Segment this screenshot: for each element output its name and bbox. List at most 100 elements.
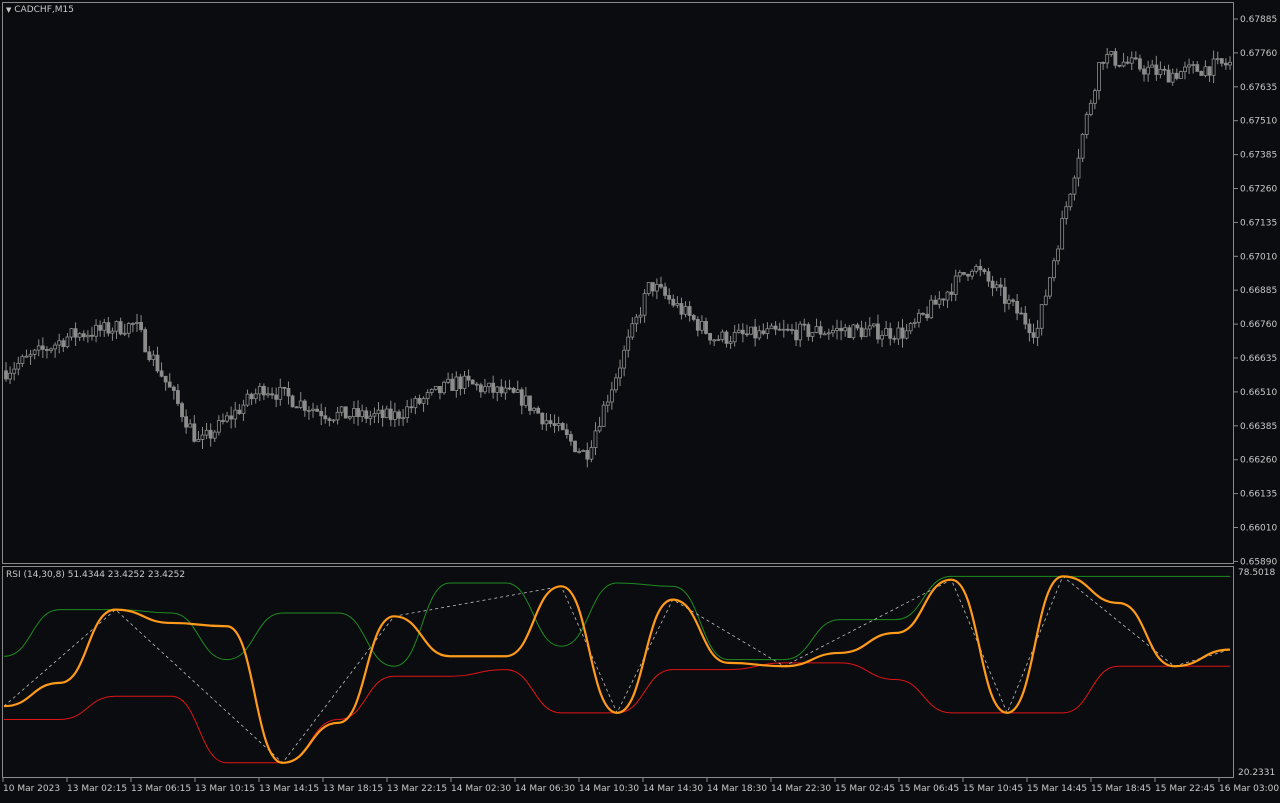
candle-body	[409, 406, 414, 409]
candle-body	[765, 328, 770, 334]
candle-body	[1199, 71, 1204, 76]
candle-body	[470, 379, 475, 385]
candle-body	[69, 328, 74, 338]
candle-body	[8, 372, 12, 380]
candle-body	[233, 409, 238, 420]
candle-body	[278, 386, 283, 400]
candle-body	[585, 450, 590, 460]
candle-body	[1191, 64, 1196, 66]
candle-body	[589, 447, 594, 460]
candle-body	[536, 407, 541, 414]
candle-body	[163, 375, 168, 383]
candle-body	[675, 303, 680, 306]
candle-body	[249, 393, 254, 400]
candle-body	[478, 384, 483, 393]
candle-body	[650, 282, 655, 292]
candle-body	[1142, 68, 1146, 75]
candle-body	[401, 417, 405, 420]
candle-body	[1068, 193, 1073, 208]
candle-body	[474, 383, 479, 386]
symbol-title[interactable]: ▼ CADCHF,M15	[6, 5, 74, 15]
candle-body	[728, 341, 733, 344]
time-label: 15 Mar 14:45	[1027, 784, 1087, 794]
time-label: 14 Mar 10:30	[579, 784, 639, 794]
candle-body	[1203, 66, 1208, 76]
candle-body	[392, 411, 397, 420]
candle-body	[323, 415, 328, 420]
candle-body	[176, 390, 180, 404]
candle-body	[790, 329, 794, 331]
candle-body	[286, 387, 291, 397]
candle-body	[982, 269, 987, 273]
candle-body	[552, 423, 557, 426]
candle-body	[638, 314, 643, 318]
price-label: 0.65890	[1240, 557, 1277, 567]
candle-body	[1133, 57, 1138, 60]
candle-body	[974, 266, 979, 272]
candle-body	[266, 393, 270, 396]
indicator-axis-top: 78.5018	[1238, 568, 1276, 578]
candle-body	[40, 345, 45, 350]
price-label: 0.67760	[1240, 49, 1277, 59]
candle-body	[605, 401, 610, 406]
candle-body	[945, 291, 950, 301]
candle-body	[818, 326, 823, 335]
candle-body	[732, 331, 737, 343]
candle-body	[671, 298, 676, 306]
price-label: 0.66760	[1240, 320, 1277, 330]
candle-body	[212, 431, 217, 439]
candle-body	[339, 406, 344, 413]
chart-window[interactable]: 0.67885 0.67760 0.67635 0.67510 0.67385 0.672…	[0, 0, 1280, 800]
candle-body	[1027, 323, 1032, 334]
candle-body	[245, 393, 250, 406]
candle-body	[978, 266, 983, 271]
candle-body	[871, 323, 876, 327]
candle-body	[462, 375, 467, 390]
candle-body	[708, 333, 713, 341]
price-label: 0.66260	[1240, 456, 1277, 466]
candle-body	[495, 386, 500, 393]
candle-body	[892, 337, 897, 340]
candle-body	[1084, 114, 1089, 135]
price-label: 0.67385	[1240, 151, 1277, 161]
candle-body	[1178, 71, 1183, 79]
time-label: 13 Mar 18:15	[323, 784, 383, 794]
candle-body	[1047, 277, 1052, 297]
candle-body	[61, 340, 66, 347]
candle-body	[921, 312, 925, 315]
candle-body	[912, 321, 917, 324]
candle-body	[274, 394, 279, 400]
price-label: 0.67010	[1240, 252, 1277, 262]
candle-body	[826, 332, 831, 335]
candle-body	[577, 451, 582, 453]
candle-body	[159, 370, 164, 377]
candle-body	[712, 339, 717, 342]
candle-body	[1183, 66, 1187, 73]
candle-body	[364, 410, 369, 419]
candle-body	[569, 434, 573, 442]
time-label: 10 Mar 2023	[3, 784, 60, 794]
candle-body	[147, 351, 152, 360]
candle-body	[540, 412, 545, 425]
candle-body	[614, 377, 618, 391]
time-label: 14 Mar 06:30	[515, 784, 575, 794]
candle-body	[630, 323, 635, 338]
candle-body	[302, 400, 307, 411]
candle-body	[1129, 57, 1134, 64]
candle-body	[85, 334, 90, 338]
candle-body	[483, 386, 487, 393]
candle-body	[77, 333, 82, 338]
candle-body	[1207, 66, 1212, 76]
time-label: 16 Mar 03:00	[1219, 784, 1279, 794]
candle-body	[831, 330, 835, 334]
candle-body	[360, 410, 365, 417]
candle-body	[1138, 58, 1142, 70]
candle-body	[1113, 51, 1118, 66]
candle-body	[405, 406, 410, 419]
candle-body	[196, 439, 201, 442]
chart-canvas[interactable]: 0.67885 0.67760 0.67635 0.67510 0.67385 0.672…	[0, 0, 1280, 800]
candle-body	[847, 327, 852, 339]
candle-body	[769, 325, 774, 330]
candle-body	[16, 362, 21, 370]
collapse-triangle-icon[interactable]: ▼	[6, 6, 11, 14]
